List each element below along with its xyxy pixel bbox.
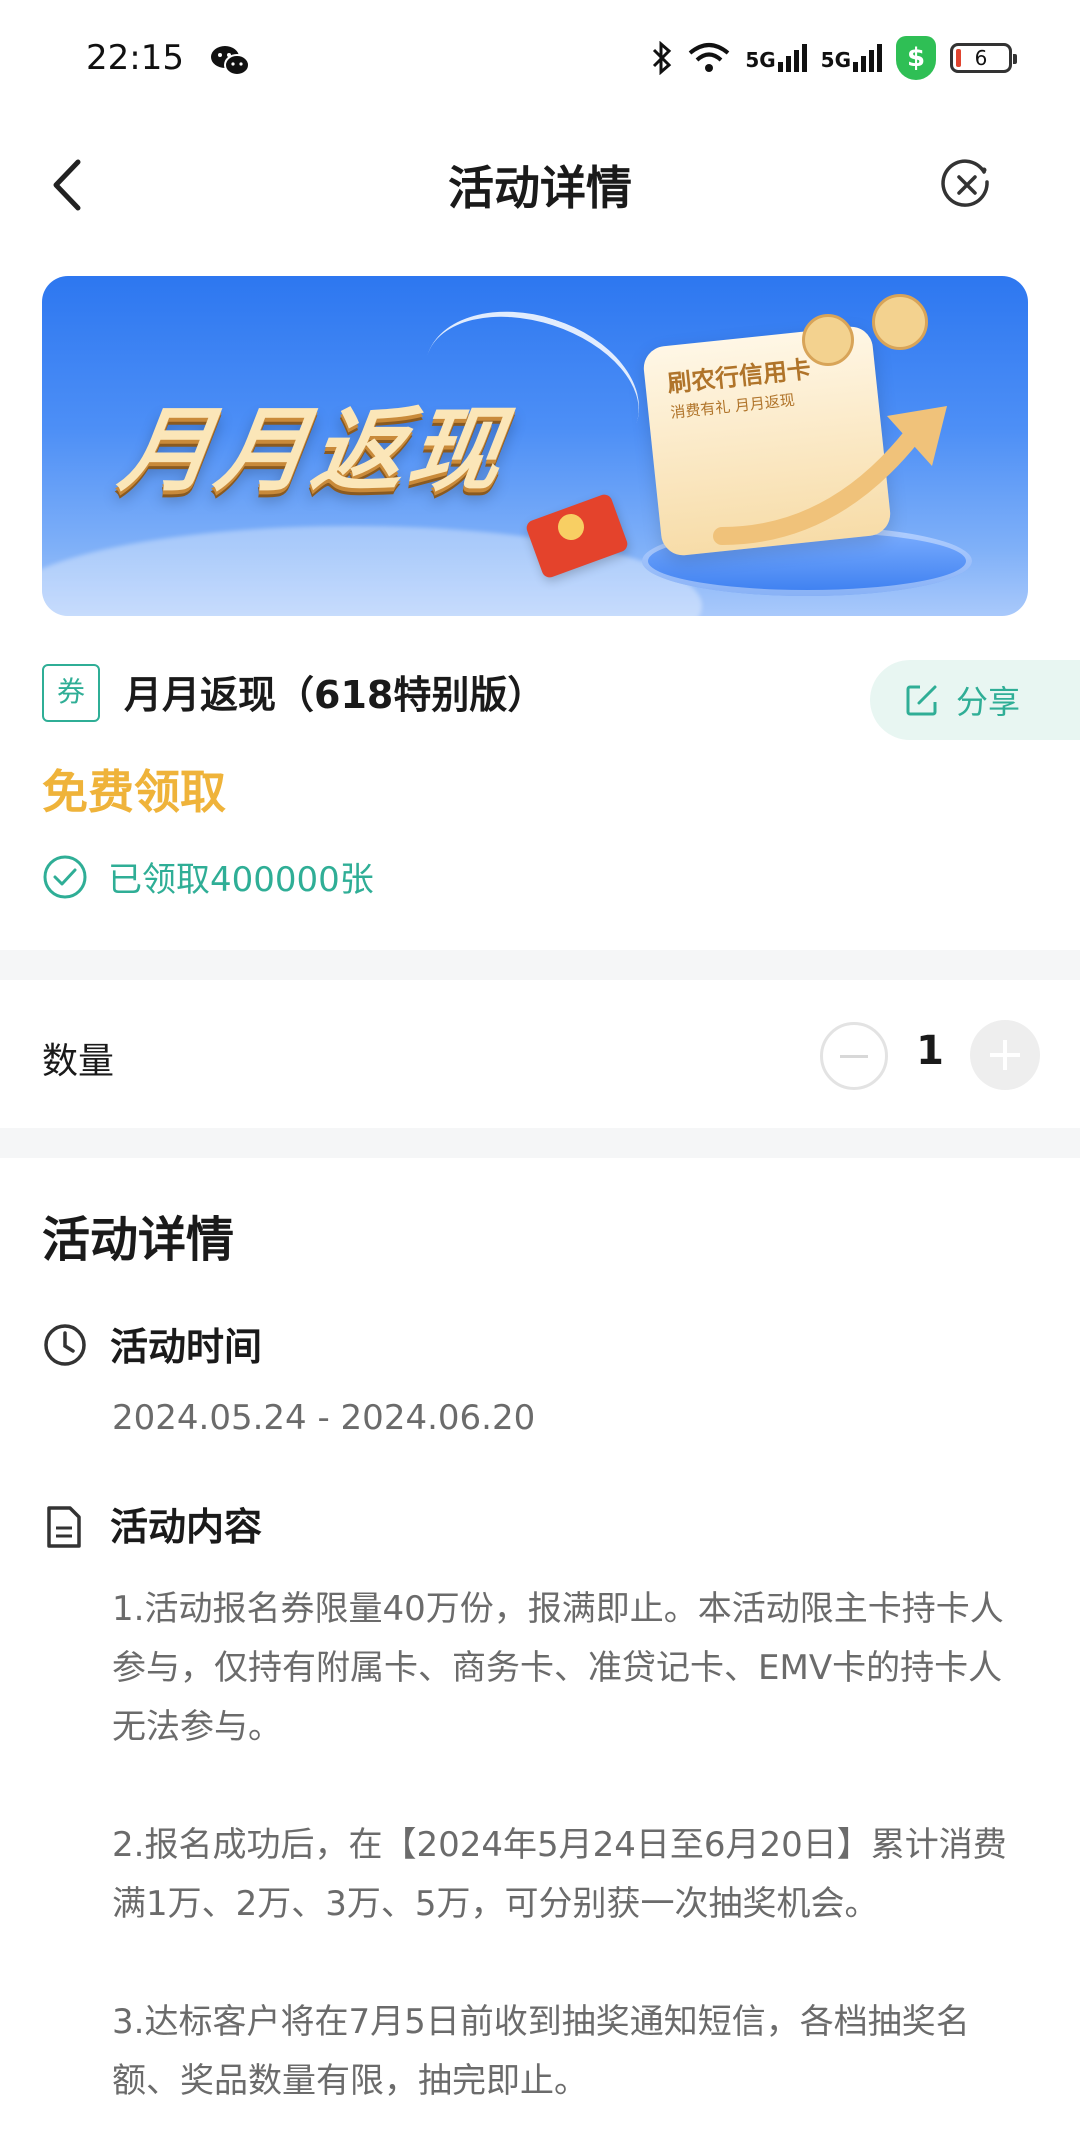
- signal-1-icon: 5G: [745, 44, 807, 72]
- growth-arrow-icon: [713, 406, 947, 545]
- promo-banner[interactable]: 月月返现 刷农行信用卡 消费有礼 月月返现: [42, 276, 1028, 616]
- coupon-title: 月月返现（618特别版）: [124, 673, 546, 717]
- network-type-2: 5G: [820, 48, 851, 72]
- coin-icon: [872, 294, 928, 350]
- section-divider: [0, 950, 1080, 980]
- clock-icon: [44, 1324, 86, 1366]
- share-button[interactable]: 分享: [870, 660, 1080, 740]
- coupon-tag: 券: [42, 664, 100, 722]
- quantity-value: 1: [916, 1028, 944, 1074]
- quantity-decrease-button[interactable]: [820, 1022, 888, 1090]
- status-time: 22:15: [86, 38, 184, 78]
- activity-content-title: 活动内容: [110, 1505, 263, 1549]
- battery-icon: 6: [950, 43, 1017, 73]
- section-divider: [0, 1128, 1080, 1158]
- banner-title: 月月返现: [113, 397, 513, 504]
- security-shield-icon: $: [896, 36, 936, 80]
- share-icon: [906, 685, 937, 716]
- coin-icon: [802, 314, 854, 366]
- wifi-icon: [689, 43, 730, 72]
- activity-content-text: 1.活动报名券限量40万份，报满即止。本活动限主卡持卡人参与，仅持有附属卡、商务…: [112, 1589, 1007, 2101]
- close-icon[interactable]: [940, 158, 994, 212]
- check-circle-icon: [43, 855, 87, 898]
- bluetooth-icon: [653, 41, 672, 75]
- signal-2-icon: 5G: [821, 44, 882, 72]
- activity-time-title: 活动时间: [110, 1325, 263, 1369]
- document-icon: [47, 1506, 81, 1548]
- claimed-count: 已领取400000张: [42, 852, 374, 901]
- claimed-text: 已领取400000张: [108, 860, 374, 900]
- price-label: 免费领取: [42, 765, 226, 819]
- status-icons: 5G 5G $ 6: [651, 36, 1017, 80]
- quantity-increase-button[interactable]: [970, 1020, 1040, 1090]
- wechat-icon: [211, 46, 250, 76]
- quantity-label: 数量: [42, 1041, 115, 1082]
- activity-time-range: 2024.05.24 - 2024.06.20: [112, 1398, 536, 1438]
- details-section-title: 活动详情: [42, 1212, 235, 1268]
- page-title: 活动详情: [448, 161, 632, 215]
- network-type-1: 5G: [745, 48, 776, 72]
- share-label: 分享: [956, 683, 1021, 721]
